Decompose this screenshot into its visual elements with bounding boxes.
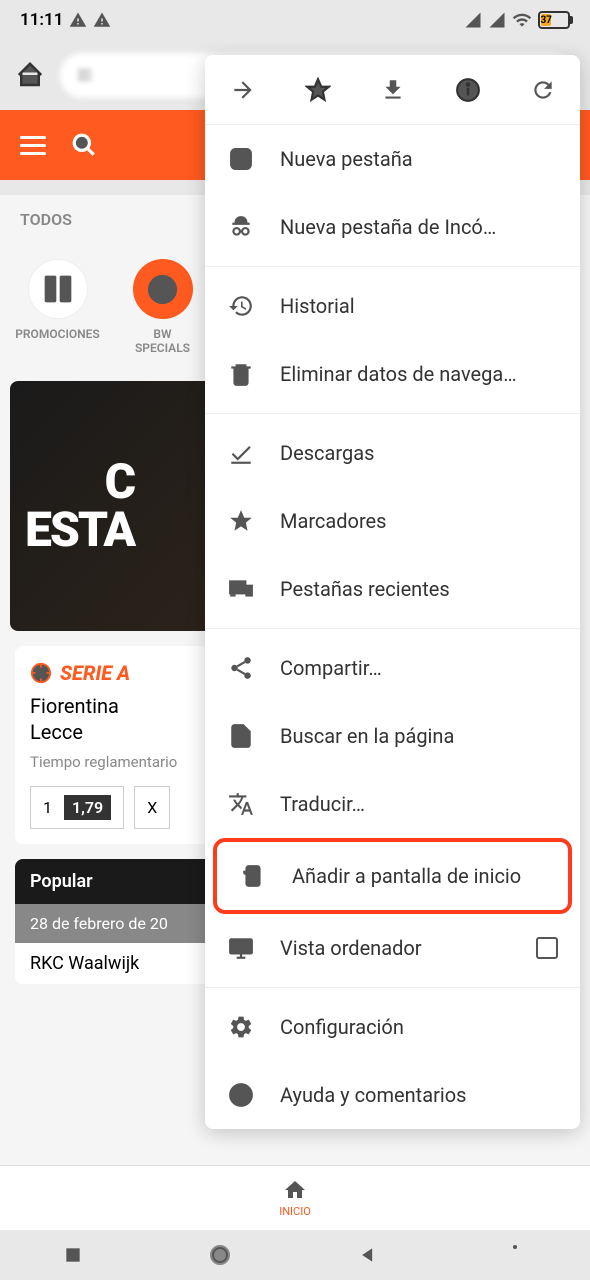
chrome-menu: Nueva pestaña Nueva pestaña de Incó… His… [205, 55, 580, 1129]
bookmark-star-icon[interactable] [303, 75, 333, 105]
menu-clear-data[interactable]: Eliminar datos de navega… [205, 340, 580, 408]
star-filled-icon [227, 507, 255, 535]
reload-icon[interactable] [528, 75, 558, 105]
menu-icon[interactable] [20, 136, 46, 155]
devices-icon [227, 575, 255, 603]
menu-downloads[interactable]: Descargas [205, 419, 580, 487]
bottom-nav: INICIO [0, 1165, 590, 1230]
home-button-icon[interactable] [208, 1243, 232, 1267]
menu-settings[interactable]: Configuración [205, 993, 580, 1061]
status-bar: 11:11 37 [0, 0, 590, 40]
menu-incognito[interactable]: Nueva pestaña de Incó… [205, 193, 580, 261]
find-page-icon [227, 722, 255, 750]
accessibility-icon[interactable] [503, 1243, 527, 1267]
menu-top-actions [205, 55, 580, 125]
warning-icon [93, 11, 111, 29]
menu-add-home[interactable]: Añadir a pantalla de inicio [213, 838, 572, 914]
menu-share[interactable]: Compartir… [205, 634, 580, 702]
history-icon [227, 292, 255, 320]
gear-icon [227, 1013, 255, 1041]
share-icon [227, 654, 255, 682]
odd-1[interactable]: 1 1,79 [30, 786, 124, 829]
nav-inicio[interactable]: INICIO [279, 1178, 311, 1218]
trash-icon [227, 360, 255, 388]
system-nav [0, 1230, 590, 1280]
info-icon[interactable] [453, 75, 483, 105]
menu-new-tab[interactable]: Nueva pestaña [205, 125, 580, 193]
wifi-icon [512, 10, 532, 30]
add-home-icon [239, 862, 267, 890]
desktop-view-checkbox[interactable] [536, 937, 558, 959]
signal-icon [488, 11, 506, 29]
menu-desktop-view[interactable]: Vista ordenador [205, 914, 580, 982]
back-button-icon[interactable] [358, 1245, 378, 1265]
monitor-icon [227, 934, 255, 962]
specials-item[interactable]: BW SPECIALS [125, 259, 200, 356]
battery-icon: 37 [538, 11, 570, 29]
signal-icon [464, 11, 482, 29]
incognito-icon [227, 213, 255, 241]
warning-icon [69, 11, 87, 29]
new-tab-icon [227, 145, 255, 173]
home-icon[interactable] [15, 60, 45, 90]
menu-bookmarks[interactable]: Marcadores [205, 487, 580, 555]
odd-x[interactable]: X [134, 786, 170, 829]
menu-help[interactable]: Ayuda y comentarios [205, 1061, 580, 1129]
recent-apps-icon[interactable] [63, 1245, 83, 1265]
menu-find[interactable]: Buscar en la página [205, 702, 580, 770]
help-icon [227, 1081, 255, 1109]
promociones-item[interactable]: PROMOCIONES [20, 259, 95, 356]
menu-history[interactable]: Historial [205, 272, 580, 340]
download-icon[interactable] [378, 75, 408, 105]
menu-recent-tabs[interactable]: Pestañas recientes [205, 555, 580, 623]
search-icon[interactable] [71, 132, 97, 158]
check-icon [227, 439, 255, 467]
menu-translate[interactable]: Traducir… [205, 770, 580, 838]
forward-icon[interactable] [228, 75, 258, 105]
status-time: 11:11 [20, 10, 63, 30]
translate-icon [227, 790, 255, 818]
